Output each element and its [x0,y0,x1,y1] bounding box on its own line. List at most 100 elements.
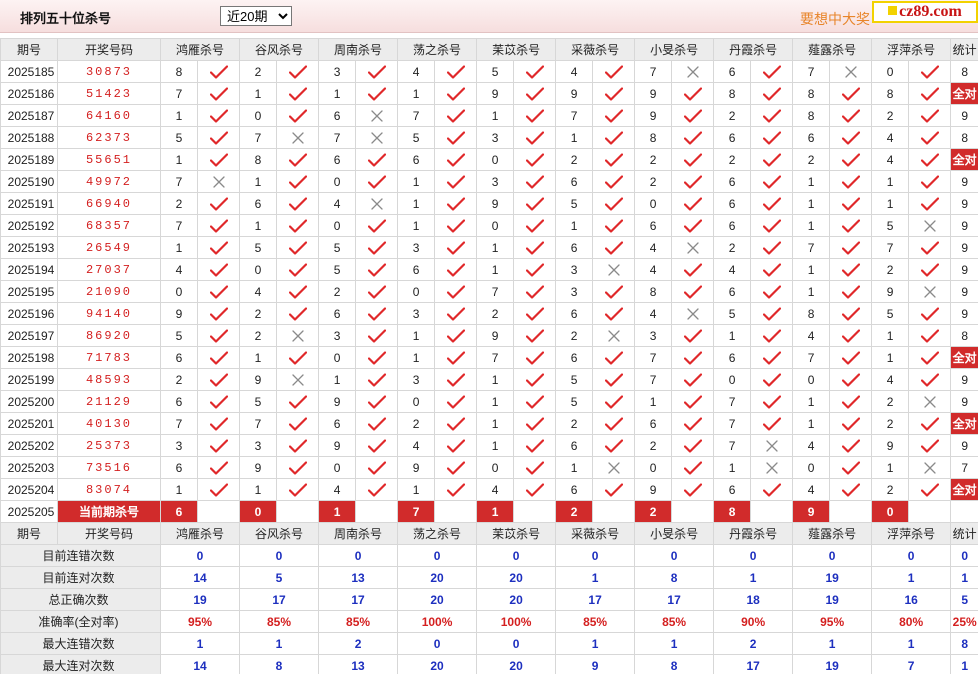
kill-number: 6 [555,478,594,501]
kill-number: 1 [871,192,910,215]
result-mark [908,412,952,435]
table-row: 2025193 26549 1 5 5 3 1 6 4 2 7 7 9 [0,236,978,259]
summary-value: 100% [397,610,478,633]
check-icon [683,174,702,189]
check-icon [446,108,465,123]
summary-value: 1 [555,632,636,655]
check-icon [683,218,702,233]
empty-cell [434,500,478,523]
kill-number: 4 [397,60,436,83]
kill-number: 1 [397,170,436,193]
kill-number: 6 [318,104,357,127]
check-icon [367,86,386,101]
kill-number: 4 [634,302,673,325]
check-icon [525,372,544,387]
kill-number: 1 [871,456,910,479]
summary-value: 1 [792,632,873,655]
kill-number: 1 [555,456,594,479]
check-icon [920,306,939,321]
draw-numbers: 68357 [57,214,161,237]
kill-number: 5 [239,390,278,413]
result-mark [434,214,478,237]
kill-number: 3 [476,126,515,149]
cross-icon [844,65,857,79]
kill-number: 8 [792,104,831,127]
check-icon [762,108,781,123]
kill-number: 7 [713,434,752,457]
summary-value: 85% [239,610,320,633]
table-row: 2025185 30873 8 2 3 4 5 4 7 6 7 0 8 [0,60,978,83]
col-header-stat: 统计 [950,522,978,545]
kill-number: 7 [555,104,594,127]
result-mark [196,280,241,303]
stat-cell: 9 [950,214,978,237]
draw-numbers: 26549 [57,236,161,259]
check-icon [683,394,702,409]
kill-number: 2 [713,148,752,171]
issue-cell: 2025203 [0,456,58,479]
check-icon [920,416,939,431]
kill-number: 6 [397,258,436,281]
result-mark [750,346,794,369]
brand-logo[interactable]: cz89.com [872,1,978,23]
check-icon [683,108,702,123]
result-mark [829,170,873,193]
kill-number: 0 [318,214,357,237]
result-mark [276,104,320,127]
issue-cell: 2025193 [0,236,58,259]
check-icon [525,174,544,189]
check-icon [525,438,544,453]
kill-number: 0 [239,258,278,281]
kill-number: 3 [555,280,594,303]
stat-cell: 8 [950,126,978,149]
check-icon [841,130,860,145]
result-mark [513,346,557,369]
result-mark [750,368,794,391]
check-icon [209,372,228,387]
check-icon [762,482,781,497]
kill-number: 9 [634,478,673,501]
table-row: 2025192 68357 7 1 0 1 0 1 6 6 1 5 9 [0,214,978,237]
check-icon [288,86,307,101]
result-mark [671,60,715,83]
check-icon [920,108,939,123]
result-mark [196,82,241,105]
kill-number: 7 [792,346,831,369]
period-select[interactable]: 近20期 [220,6,292,26]
check-icon [604,306,623,321]
check-icon [446,86,465,101]
result-mark [829,192,873,215]
kill-number: 2 [318,280,357,303]
kill-number: 7 [239,126,278,149]
summary-row: 准确率(全对率) 95% 85% 85% 100% 100% 85% 85% 90% 95% 80%… [0,610,978,633]
check-icon [920,438,939,453]
check-icon [288,152,307,167]
kill-number: 8 [239,148,278,171]
summary-value: 0 [239,544,320,567]
summary-value: 13 [318,566,399,589]
result-mark [276,368,320,391]
stat-cell: 9 [950,258,978,281]
col-header-expert: 薤露杀号 [792,522,873,545]
check-icon [762,64,781,79]
kill-number: 6 [318,148,357,171]
kill-number: 1 [160,478,198,501]
cross-icon [686,307,699,321]
issue-cell: 2025197 [0,324,58,347]
check-icon [762,284,781,299]
result-mark [276,60,320,83]
kill-number: 7 [160,170,198,193]
kill-number: 9 [318,390,357,413]
result-mark [276,236,320,259]
check-icon [604,284,623,299]
table-row: 2025201 40130 7 7 6 2 1 2 6 7 1 2 全对 [0,412,978,435]
check-icon [604,196,623,211]
col-header-expert: 鸿雁杀号 [159,522,241,545]
kill-number: 7 [397,104,436,127]
check-icon [525,218,544,233]
cross-icon [923,219,936,233]
result-mark [592,126,636,149]
result-mark [196,148,241,171]
kill-number: 1 [476,434,515,457]
check-icon [841,262,860,277]
